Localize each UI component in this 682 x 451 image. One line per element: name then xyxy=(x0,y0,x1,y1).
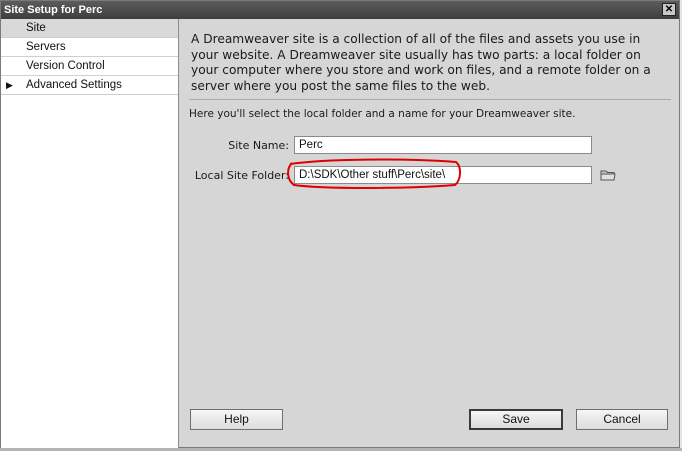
save-button[interactable]: Save xyxy=(469,409,563,430)
site-settings-panel: A Dreamweaver site is a collection of al… xyxy=(179,19,681,448)
instruction-text: Here you'll select the local folder and … xyxy=(189,108,576,120)
cancel-button[interactable]: Cancel xyxy=(576,409,668,430)
divider xyxy=(189,99,671,100)
sidebar-item-label: Advanced Settings xyxy=(26,79,122,91)
sidebar-item-label: Servers xyxy=(26,41,66,53)
title-bar: Site Setup for Perc ✕ xyxy=(1,1,679,19)
close-icon[interactable]: ✕ xyxy=(662,3,676,16)
category-sidebar: Site Servers Version Control ▶ Advanced … xyxy=(1,19,179,448)
sidebar-item-advanced-settings[interactable]: ▶ Advanced Settings xyxy=(1,76,178,95)
triangle-right-icon[interactable]: ▶ xyxy=(6,76,13,94)
sidebar-item-servers[interactable]: Servers xyxy=(1,38,178,57)
sidebar-item-site[interactable]: Site xyxy=(1,19,178,38)
site-setup-dialog: Site Setup for Perc ✕ Site Servers Versi… xyxy=(0,0,680,448)
intro-text: A Dreamweaver site is a collection of al… xyxy=(191,32,651,93)
site-name-label: Site Name: xyxy=(228,139,289,152)
help-button[interactable]: Help xyxy=(190,409,283,430)
local-site-folder-label: Local Site Folder: xyxy=(194,169,289,182)
sidebar-item-label: Site xyxy=(26,22,46,34)
site-name-input[interactable]: Perc xyxy=(294,136,592,154)
window-title: Site Setup for Perc xyxy=(4,4,103,16)
red-annotation-circle xyxy=(287,158,461,189)
sidebar-item-version-control[interactable]: Version Control xyxy=(1,57,178,76)
folder-icon[interactable] xyxy=(600,168,616,182)
sidebar-item-label: Version Control xyxy=(26,60,105,72)
